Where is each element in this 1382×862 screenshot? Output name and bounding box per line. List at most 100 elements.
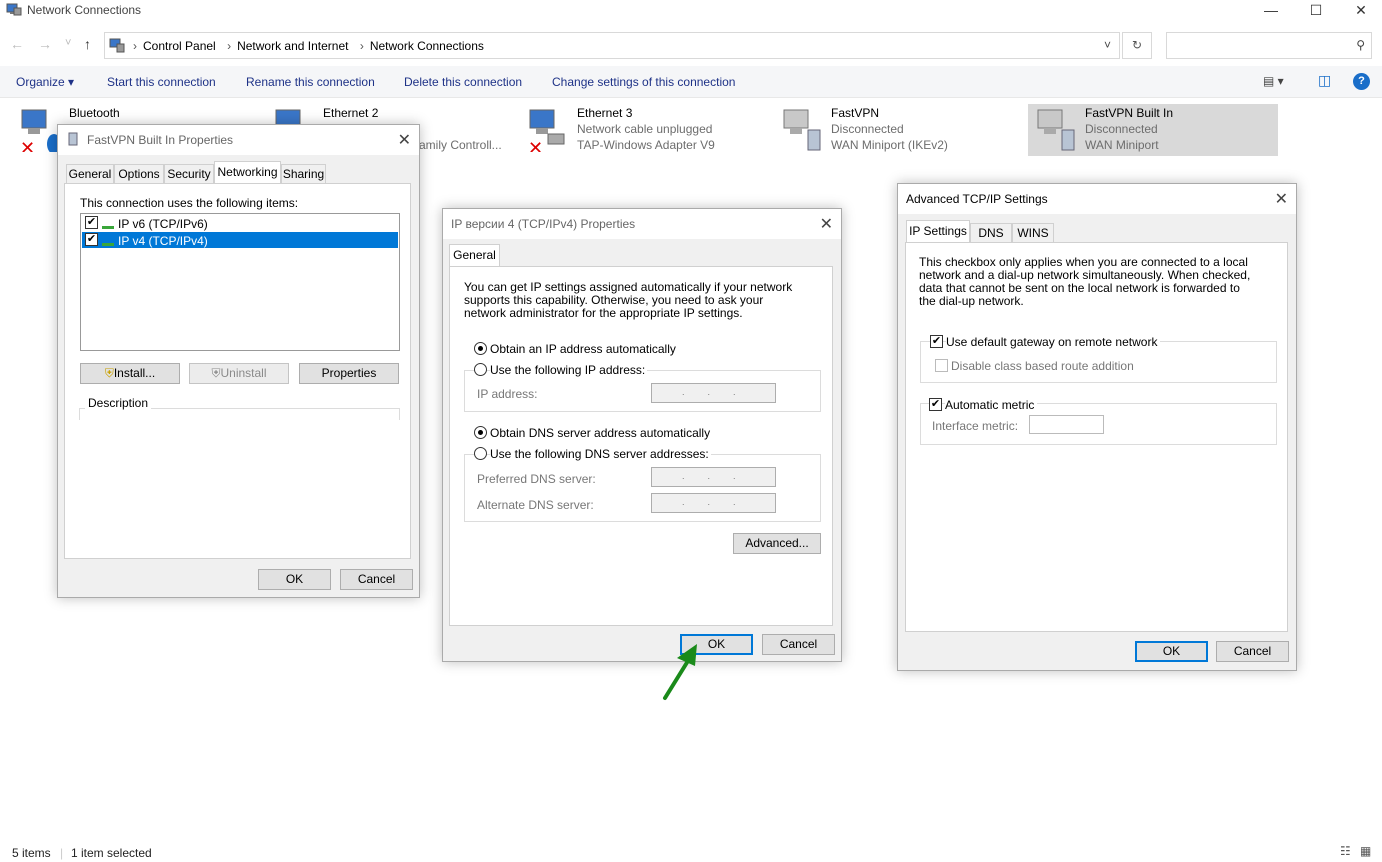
disable-class-checkbox[interactable] — [935, 359, 948, 372]
details-view-icon[interactable]: ☷ — [1340, 844, 1351, 858]
tiles-view-icon[interactable]: ▦ — [1360, 844, 1371, 858]
rename-connection-button[interactable]: Rename this connection — [246, 75, 375, 89]
tab-dns[interactable]: DNS — [970, 223, 1012, 242]
ipv6-checkbox[interactable]: ✔ — [85, 216, 98, 229]
ok-button[interactable]: OK — [1135, 641, 1208, 662]
help-icon[interactable]: ? — [1353, 73, 1370, 90]
dialog-title-bar: FastVPN Built In Properties ✕ — [58, 125, 419, 155]
list-item-ipv4[interactable]: ✔ IP v4 (TCP/IPv4) — [82, 232, 398, 248]
svg-text:✕: ✕ — [528, 138, 543, 152]
interface-metric-field[interactable] — [1029, 415, 1104, 434]
tab-wins[interactable]: WINS — [1012, 223, 1054, 242]
automatic-metric-checkbox[interactable]: ✔ — [929, 398, 942, 411]
cancel-button[interactable]: Cancel — [340, 569, 413, 590]
connection-device: WAN Miniport — [1085, 138, 1159, 152]
connection-status: Disconnected — [831, 122, 904, 136]
advanced-button[interactable]: Advanced... — [733, 533, 821, 554]
use-dns-label: Use the following DNS server addresses: — [490, 447, 711, 461]
tab-options[interactable]: Options — [114, 164, 164, 183]
general-panel: You can get IP settings assigned automat… — [449, 266, 833, 626]
recent-locations-button[interactable]: ˅ — [65, 37, 71, 49]
protocol-icon — [102, 219, 114, 229]
close-icon[interactable]: ✕ — [820, 214, 833, 234]
close-icon[interactable]: ✕ — [1275, 189, 1288, 209]
tab-ip-settings[interactable]: IP Settings — [906, 220, 970, 242]
tab-networking[interactable]: Networking — [214, 161, 281, 183]
connection-device: WAN Miniport (IKEv2) — [831, 138, 948, 152]
maximize-button[interactable]: ☐ — [1293, 0, 1339, 22]
tab-general[interactable]: General — [66, 164, 114, 183]
obtain-ip-radio[interactable] — [474, 342, 487, 355]
tab-strip: General Options Security Networking Shar… — [66, 161, 416, 184]
connection-fastvpn[interactable]: FastVPN Disconnected WAN Miniport (IKEv2… — [774, 104, 1024, 156]
connection-name: Ethernet 3 — [577, 106, 633, 120]
tab-sharing[interactable]: Sharing — [281, 164, 326, 183]
ok-button[interactable]: OK — [258, 569, 331, 590]
protocol-icon — [102, 236, 114, 246]
use-ip-radio[interactable] — [474, 363, 487, 376]
automatic-metric-label: Automatic metric — [945, 398, 1038, 412]
status-bar: 5 items | 1 item selected ☷ ▦ — [12, 844, 1372, 860]
items-list: ✔ IP v6 (TCP/IPv6) ✔ IP v4 (TCP/IPv4) — [80, 213, 400, 351]
tab-strip: IP Settings DNS WINS — [906, 220, 1106, 243]
network-folder-icon — [109, 38, 125, 53]
tab-security[interactable]: Security — [164, 164, 214, 183]
intro-text: You can get IP settings assigned automat… — [464, 280, 793, 320]
cancel-button[interactable]: Cancel — [1216, 641, 1289, 662]
alternate-dns-field[interactable]: ... — [651, 493, 776, 513]
cancel-button[interactable]: Cancel — [762, 634, 835, 655]
connection-device: amily Controll... — [419, 138, 502, 152]
connection-fastvpn-built-in[interactable]: FastVPN Built In Disconnected WAN Minipo… — [1028, 104, 1278, 156]
window-title-bar: Network Connections — ☐ ✕ — [0, 0, 1382, 22]
ip-address-field[interactable]: ... — [651, 383, 776, 403]
ipv4-label: IP v4 (TCP/IPv4) — [118, 234, 208, 248]
change-settings-button[interactable]: Change settings of this connection — [552, 75, 735, 89]
breadcrumb-network-and-internet[interactable]: Network and Internet — [237, 39, 348, 53]
search-input[interactable]: ⚲ — [1166, 32, 1372, 59]
ipv4-checkbox[interactable]: ✔ — [85, 233, 98, 246]
uninstall-button[interactable]: ⛨Uninstall — [189, 363, 289, 384]
install-button[interactable]: ⛨Install... — [80, 363, 180, 384]
tab-general[interactable]: General — [449, 244, 500, 266]
up-button[interactable]: ↑ — [84, 36, 91, 52]
list-item-ipv6[interactable]: ✔ IP v6 (TCP/IPv6) — [82, 215, 398, 231]
command-bar: Organize ▾ Start this connection Rename … — [0, 66, 1382, 98]
obtain-dns-radio[interactable] — [474, 426, 487, 439]
start-connection-button[interactable]: Start this connection — [107, 75, 216, 89]
breadcrumb-network-connections[interactable]: Network Connections — [370, 39, 484, 53]
close-icon[interactable]: ✕ — [398, 130, 411, 150]
forward-button[interactable]: → — [38, 36, 52, 52]
address-dropdown-button[interactable]: ˅ — [1104, 38, 1111, 52]
ip-settings-panel: This checkbox only applies when you are … — [905, 242, 1288, 632]
dialog-title-bar: Advanced TCP/IP Settings ✕ — [898, 184, 1296, 214]
interface-metric-label: Interface metric: — [932, 419, 1019, 433]
use-ip-label: Use the following IP address: — [490, 363, 648, 377]
organize-menu[interactable]: Organize ▾ — [16, 75, 74, 89]
back-button[interactable]: ← — [10, 36, 24, 52]
connection-ethernet-3[interactable]: ✕ Ethernet 3 Network cable unplugged TAP… — [520, 104, 770, 156]
use-gateway-checkbox[interactable]: ✔ — [930, 335, 943, 348]
shield-icon: ⛨ — [104, 366, 114, 380]
change-view-icon[interactable]: ▤ ▾ — [1263, 74, 1284, 88]
connection-status: Network cable unplugged — [577, 122, 713, 136]
ip-address-label: IP address: — [477, 387, 538, 401]
refresh-button[interactable]: ↻ — [1122, 32, 1152, 59]
preview-pane-icon[interactable]: ◫ — [1318, 72, 1331, 89]
info-text: This checkbox only applies when you are … — [919, 255, 1251, 308]
dialog-title: Advanced TCP/IP Settings — [906, 192, 1048, 206]
ipv6-label: IP v6 (TCP/IPv6) — [118, 217, 208, 231]
breadcrumb-control-panel[interactable]: Control Panel — [143, 39, 216, 53]
minimize-button[interactable]: — — [1248, 0, 1294, 22]
close-window-button[interactable]: ✕ — [1338, 0, 1382, 22]
use-dns-radio[interactable] — [474, 447, 487, 460]
preferred-dns-field[interactable]: ... — [651, 467, 776, 487]
vpn-icon — [68, 132, 78, 146]
properties-button[interactable]: Properties — [299, 363, 399, 384]
address-bar[interactable]: › Control Panel › Network and Internet › Ne… — [104, 32, 1120, 59]
use-gateway-label: Use default gateway on remote network — [946, 335, 1161, 349]
advanced-tcpip-dialog: Advanced TCP/IP Settings ✕ IP Settings D… — [897, 183, 1297, 671]
window-title: Network Connections — [27, 3, 142, 17]
delete-connection-button[interactable]: Delete this connection — [404, 75, 522, 89]
properties-dialog: FastVPN Built In Properties ✕ General Op… — [57, 124, 420, 598]
networking-panel: This connection uses the following items… — [64, 183, 411, 559]
